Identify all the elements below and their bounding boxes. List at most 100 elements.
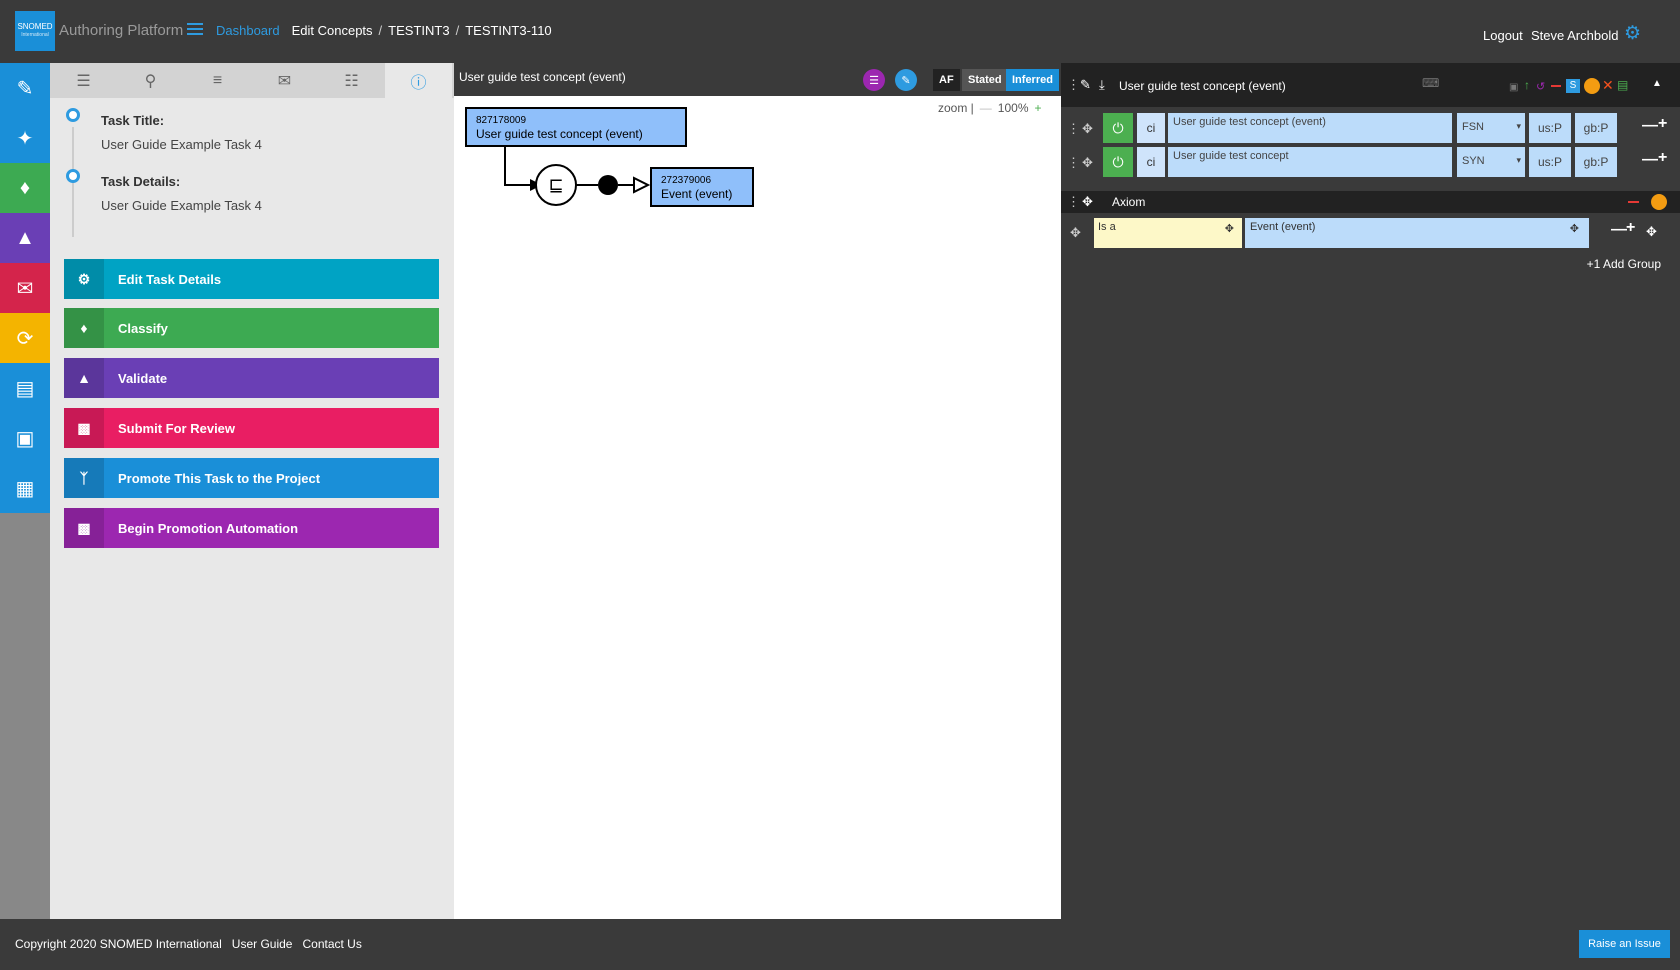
- raise-issue-button[interactable]: Raise an Issue: [1579, 930, 1670, 958]
- close-icon[interactable]: ✕: [1602, 77, 1614, 94]
- promote-task-button[interactable]: ᛉ Promote This Task to the Project: [64, 458, 439, 498]
- gb-acceptability[interactable]: gb:P: [1575, 113, 1617, 143]
- s-icon[interactable]: S: [1566, 79, 1580, 93]
- rail-sync-icon[interactable]: ⟳: [0, 313, 50, 363]
- term-field[interactable]: User guide test concept: [1168, 147, 1452, 177]
- editor-menu-icon[interactable]: ⋮: [1067, 77, 1080, 93]
- remove-description-icon[interactable]: —: [1642, 117, 1658, 135]
- submit-for-review-button[interactable]: ▩ Submit For Review: [64, 408, 439, 448]
- us-acceptability[interactable]: us:P: [1529, 113, 1571, 143]
- begin-promotion-automation-label: Begin Promotion Automation: [118, 520, 299, 536]
- relationship-target-field[interactable]: Event (event) ✥: [1245, 218, 1589, 248]
- logo-subtext: International: [21, 32, 49, 38]
- add-group-button[interactable]: +1 Add Group: [1587, 257, 1661, 271]
- rail-edit-icon[interactable]: ✎: [0, 63, 50, 113]
- task-title-dot-icon: [66, 108, 80, 122]
- tab-excel-icon[interactable]: ☷: [318, 63, 385, 98]
- contact-us-link[interactable]: Contact Us: [302, 937, 361, 951]
- active-toggle-icon[interactable]: ⏻: [1103, 113, 1133, 143]
- parent-concept-box[interactable]: 272379006 Event (event): [650, 167, 754, 207]
- axiom-drag-handle-icon[interactable]: ✥: [1082, 194, 1093, 210]
- description-type-select[interactable]: FSN: [1457, 113, 1525, 143]
- rail-bell-icon[interactable]: ♦: [0, 163, 50, 213]
- copyright-text: Copyright 2020 SNOMED International: [15, 937, 222, 951]
- collapse-icon[interactable]: ▲: [1652, 78, 1662, 89]
- drag-handle-icon[interactable]: ✥: [1082, 155, 1093, 171]
- us-acceptability[interactable]: us:P: [1529, 147, 1571, 177]
- axiom-status-circle-icon: [1651, 194, 1667, 210]
- editor-wand-icon[interactable]: ✎: [1080, 77, 1091, 93]
- user-guide-link[interactable]: User Guide: [232, 937, 293, 951]
- remove-icon[interactable]: [1551, 85, 1561, 87]
- settings-gear-icon[interactable]: ⚙: [1624, 24, 1642, 43]
- subsumption-symbol: ⊑: [548, 175, 563, 196]
- case-significance[interactable]: ci: [1137, 147, 1165, 177]
- tab-list-icon[interactable]: ☰: [50, 63, 117, 98]
- app-title: Authoring Platform: [59, 22, 184, 39]
- begin-promotion-automation-button[interactable]: ▩ Begin Promotion Automation: [64, 508, 439, 548]
- rail-graduation-cap-icon[interactable]: ▲: [0, 213, 50, 263]
- concept-editor: ⋮ ✎ ⤓ User guide test concept (event) ⌨ …: [1061, 63, 1680, 919]
- clone-icon[interactable]: ▤: [1617, 78, 1628, 92]
- rail-monitor-icon[interactable]: ▤: [0, 363, 50, 413]
- breadcrumb-edit-concepts[interactable]: Edit Concepts: [292, 23, 373, 38]
- snomed-logo[interactable]: SNOMED International: [15, 11, 55, 51]
- breadcrumb-separator: /: [455, 23, 460, 38]
- add-relationship-icon[interactable]: +: [1626, 219, 1635, 237]
- graduation-cap-icon: ▲: [64, 358, 104, 398]
- concept-box[interactable]: 827178009 User guide test concept (event…: [465, 107, 687, 147]
- add-description-icon[interactable]: +: [1658, 115, 1667, 133]
- hamburger-menu-icon[interactable]: [187, 23, 203, 37]
- task-details-dot-icon: [66, 169, 80, 183]
- validate-button[interactable]: ▲ Validate: [64, 358, 439, 398]
- save-icon[interactable]: ▣: [1509, 82, 1518, 93]
- relationship-target-drag-icon[interactable]: ✥: [1570, 222, 1579, 235]
- conjunction-dot: [598, 175, 618, 195]
- parent-concept-name: Event (event): [661, 187, 733, 201]
- parent-concept-id: 272379006: [661, 175, 712, 186]
- editor-pin-icon[interactable]: ⤓: [1099, 77, 1105, 93]
- task-title-value: User Guide Example Task 4: [101, 137, 262, 152]
- logout-link[interactable]: Logout: [1483, 28, 1523, 43]
- relationship-type-drag-icon[interactable]: ✥: [1225, 222, 1234, 235]
- row-menu-icon[interactable]: ⋮: [1067, 155, 1080, 171]
- rail-grid-icon[interactable]: ▦: [0, 463, 50, 513]
- breadcrumb: Dashboard Edit Concepts / TESTINT3 / TES…: [216, 23, 552, 38]
- remove-axiom-icon[interactable]: [1628, 201, 1639, 203]
- rail-wand-icon[interactable]: ✦: [0, 113, 50, 163]
- tab-search-icon[interactable]: ⚲: [117, 63, 184, 98]
- row-menu-icon[interactable]: ⋮: [1067, 121, 1080, 137]
- axiom-menu-icon[interactable]: ⋮: [1067, 194, 1080, 210]
- gb-acceptability[interactable]: gb:P: [1575, 147, 1617, 177]
- edit-task-details-button[interactable]: ⚙ Edit Task Details: [64, 259, 439, 299]
- classify-label: Classify: [118, 320, 168, 336]
- tab-info-icon[interactable]: ⓘ: [385, 63, 452, 98]
- drag-handle-icon[interactable]: ✥: [1082, 121, 1093, 137]
- description-type-select[interactable]: SYN: [1457, 147, 1525, 177]
- term-field[interactable]: User guide test concept (event): [1168, 113, 1452, 143]
- add-description-icon[interactable]: +: [1658, 149, 1667, 167]
- remove-description-icon[interactable]: —: [1642, 151, 1658, 169]
- description-row: ⋮ ✥ ⏻ ci User guide test concept (event)…: [1061, 113, 1680, 147]
- relationship-drag-handle-icon[interactable]: ✥: [1070, 225, 1081, 241]
- left-icon-rail: ✎ ✦ ♦ ▲ ✉ ⟳ ▤ ▣ ▦: [0, 63, 50, 919]
- relationship-type-field[interactable]: Is a ✥: [1094, 218, 1242, 248]
- rail-window-icon[interactable]: ▣: [0, 413, 50, 463]
- breadcrumb-project[interactable]: TESTINT3: [388, 23, 449, 38]
- classify-button[interactable]: ♦ Classify: [64, 308, 439, 348]
- active-toggle-icon[interactable]: ⏻: [1103, 147, 1133, 177]
- rail-envelope-icon[interactable]: ✉: [0, 263, 50, 313]
- tab-envelope-icon[interactable]: ✉: [251, 63, 318, 98]
- tab-numbered-list-icon[interactable]: ≡: [184, 63, 251, 98]
- archive-icon: ▩: [64, 508, 104, 548]
- task-details-value: User Guide Example Task 4: [101, 198, 262, 213]
- remove-relationship-icon[interactable]: —: [1611, 221, 1627, 239]
- breadcrumb-task[interactable]: TESTINT3-110: [465, 23, 551, 38]
- promote-icon[interactable]: ↑: [1524, 78, 1530, 92]
- case-significance[interactable]: ci: [1137, 113, 1165, 143]
- concept-id: 827178009: [476, 115, 527, 126]
- keyboard-icon[interactable]: ⌨: [1422, 76, 1439, 90]
- history-icon[interactable]: ↺: [1536, 80, 1545, 93]
- relationship-move-icon[interactable]: ✥: [1646, 224, 1657, 240]
- breadcrumb-dashboard[interactable]: Dashboard: [216, 23, 280, 38]
